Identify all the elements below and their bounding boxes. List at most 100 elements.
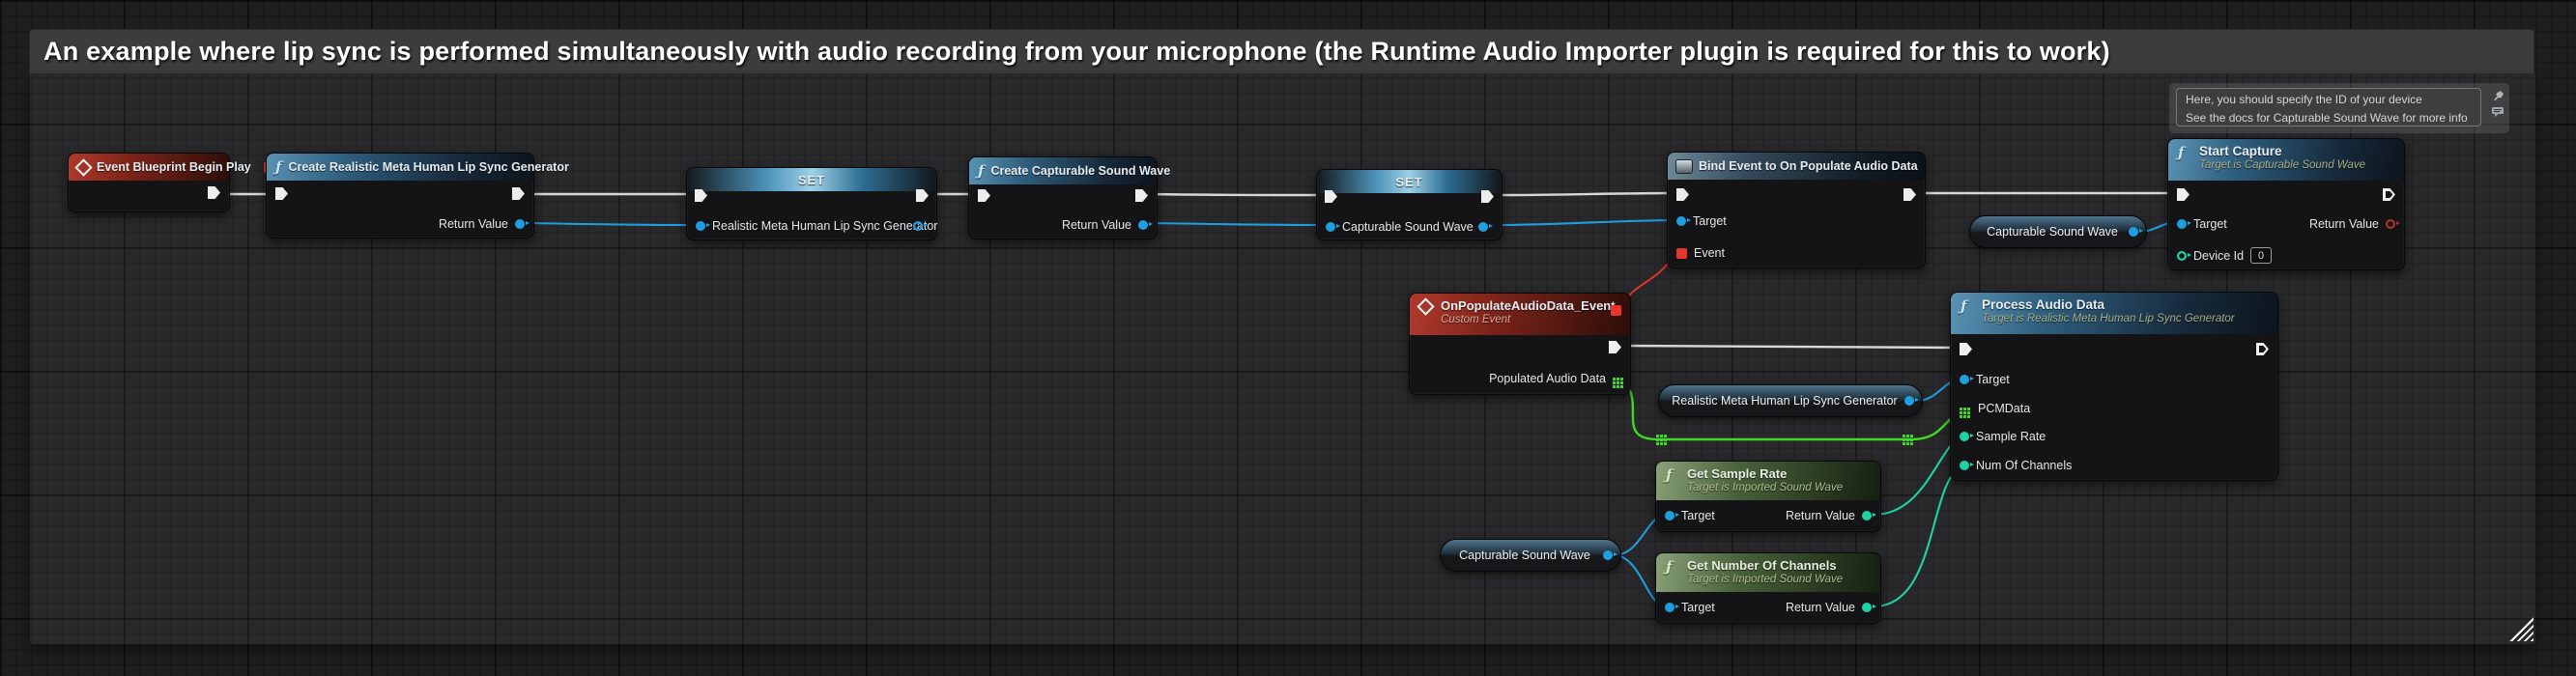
object-pin[interactable] — [515, 219, 525, 229]
pin-label: Target — [1681, 509, 1715, 522]
pin-label: Target — [1693, 214, 1727, 228]
target-pin-row[interactable]: Target — [1676, 214, 1727, 228]
pcm-data-pin-row[interactable]: PCMData — [1960, 402, 2030, 415]
pin-label: Return Value — [2309, 217, 2379, 231]
int-pin[interactable] — [1960, 432, 1969, 441]
exec-out-pin[interactable] — [512, 187, 525, 200]
device-id-pin-row[interactable]: Device Id 0 — [2177, 247, 2272, 264]
int-pin[interactable] — [2177, 251, 2187, 261]
object-pin[interactable] — [696, 221, 705, 231]
variable-pin-row[interactable]: Realistic Meta Human Lip Sync Generator — [696, 219, 937, 233]
bubble-text[interactable]: Here, you should specify the ID of your … — [2176, 88, 2481, 127]
pin-label: PCMData — [1978, 402, 2030, 415]
exec-in-pin[interactable] — [1325, 190, 1337, 203]
delegate-pin[interactable] — [1611, 305, 1621, 316]
node-title: Start Capture — [2199, 144, 2282, 158]
event-pin-row[interactable]: Event — [1676, 246, 1725, 260]
node-process-audio-data[interactable]: ƒ Process Audio Data Target is Realistic… — [1950, 292, 2278, 481]
exec-in-pin[interactable] — [695, 189, 707, 202]
target-pin-row[interactable]: Target — [1665, 601, 1715, 614]
exec-in-pin[interactable] — [1676, 188, 1689, 201]
exec-out-pin[interactable] — [208, 186, 220, 199]
return-value-pin-row[interactable]: Return Value — [2309, 217, 2395, 231]
num-channels-pin-row[interactable]: Num Of Channels — [1960, 459, 2072, 472]
object-pin[interactable] — [1326, 222, 1335, 232]
getter-rmh-lip-sync-generator[interactable]: Realistic Meta Human Lip Sync Generator — [1658, 384, 1923, 417]
function-icon: ƒ — [978, 164, 984, 179]
exec-in-pin[interactable] — [275, 187, 288, 200]
object-pin[interactable] — [1676, 216, 1686, 226]
comment-group-title[interactable]: An example where lip sync is performed s… — [29, 29, 2534, 74]
node-set-capturable-sound-wave[interactable]: SET Capturable Sound Wave — [1316, 169, 1503, 240]
return-value-pin-row[interactable]: Return Value — [1786, 509, 1872, 522]
object-pin[interactable] — [2177, 219, 2187, 229]
node-comment-bubble[interactable]: Here, you should specify the ID of your … — [2169, 83, 2509, 133]
return-value-pin-row[interactable]: Return Value — [1062, 218, 1148, 232]
speech-bubble-icon[interactable] — [2491, 106, 2504, 118]
return-value-pin-row[interactable]: Return Value — [1786, 601, 1872, 614]
exec-out-pin[interactable] — [1481, 190, 1494, 203]
node-title: OnPopulateAudioData_Event — [1441, 298, 1616, 313]
int-pin[interactable] — [1862, 511, 1872, 521]
return-value-pin-row[interactable]: Return Value — [439, 217, 525, 231]
sample-rate-pin-row[interactable]: Sample Rate — [1960, 430, 2046, 443]
node-header: ƒ Get Sample Rate Target is Imported Sou… — [1656, 462, 1880, 500]
exec-out-pin[interactable] — [1135, 189, 1148, 202]
node-get-sample-rate[interactable]: ƒ Get Sample Rate Target is Imported Sou… — [1655, 461, 1881, 532]
int-pin[interactable] — [1862, 603, 1872, 612]
object-pin[interactable] — [1665, 603, 1674, 612]
int-pin[interactable] — [1960, 461, 1969, 470]
populated-audio-data-pin-row[interactable]: Populated Audio Data — [1489, 372, 1624, 385]
exec-out-pin[interactable] — [1903, 188, 1916, 201]
bubble-line-1: Here, you should specify the ID of your … — [2186, 93, 2422, 106]
exec-in-pin[interactable] — [978, 189, 990, 202]
array-reroute-node[interactable] — [1903, 435, 1905, 437]
target-pin-row[interactable]: Target — [1665, 509, 1715, 522]
node-start-capture[interactable]: ƒ Start Capture Target is Capturable Sou… — [2167, 138, 2405, 270]
variable-pin-row[interactable]: Capturable Sound Wave — [1326, 220, 1474, 234]
object-pin[interactable] — [1603, 550, 1613, 560]
exec-out-pin[interactable] — [1609, 341, 1621, 353]
object-pin[interactable] — [2129, 227, 2138, 237]
blueprint-graph-canvas[interactable]: An example where lip sync is performed s… — [0, 0, 2576, 676]
exec-in-pin[interactable] — [1960, 343, 1972, 355]
device-id-input[interactable]: 0 — [2250, 247, 2272, 264]
node-create-rmh-lip-sync-generator[interactable]: ƒ Create Realistic Meta Human Lip Sync G… — [266, 153, 534, 239]
output-object-pin[interactable] — [913, 221, 923, 231]
node-title: Get Number Of Channels — [1687, 558, 1837, 573]
node-bind-event-on-populate-audio-data[interactable]: Bind Event to On Populate Audio Data Tar… — [1667, 152, 1926, 268]
bool-pin[interactable] — [2386, 219, 2395, 229]
array-pin[interactable] — [1613, 378, 1616, 380]
node-header: Bind Event to On Populate Audio Data — [1668, 153, 1925, 180]
getter-capturable-sound-wave-bottom[interactable]: Capturable Sound Wave — [1440, 539, 1621, 572]
node-on-populate-audio-data-event[interactable]: OnPopulateAudioData_Event Custom Event P… — [1409, 293, 1631, 395]
node-get-number-of-channels[interactable]: ƒ Get Number Of Channels Target is Impor… — [1655, 552, 1881, 624]
node-header: ƒ Process Audio Data Target is Realistic… — [1951, 293, 2277, 334]
node-subtitle: Custom Event — [1441, 314, 1621, 325]
array-reroute-node[interactable] — [1656, 435, 1659, 437]
getter-capturable-sound-wave-top[interactable]: Capturable Sound Wave — [1969, 215, 2147, 248]
target-pin-row[interactable]: Target — [1960, 373, 2010, 386]
object-pin[interactable] — [1138, 220, 1148, 230]
exec-out-pin[interactable] — [2256, 343, 2269, 355]
object-pin[interactable] — [1904, 396, 1914, 406]
node-header: OnPopulateAudioData_Event Custom Event — [1410, 294, 1630, 335]
target-pin-row[interactable]: Target — [2177, 217, 2227, 231]
object-pin[interactable] — [1665, 511, 1674, 521]
node-event-begin-play[interactable]: Event Blueprint Begin Play — [68, 153, 230, 212]
array-pin[interactable] — [1960, 408, 1962, 410]
node-create-capturable-sound-wave[interactable]: ƒ Create Capturable Sound Wave Return Va… — [968, 156, 1158, 239]
object-pin[interactable] — [1960, 375, 1969, 384]
pin-icon[interactable] — [2492, 90, 2504, 102]
pin-label: Populated Audio Data — [1489, 372, 1606, 385]
output-object-pin[interactable] — [1478, 222, 1488, 232]
node-set-rmh-lip-sync-generator[interactable]: SET Realistic Meta Human Lip Sync Genera… — [686, 167, 937, 240]
pin-label: Device Id — [2193, 249, 2244, 263]
exec-out-pin[interactable] — [916, 189, 929, 202]
delegate-pin[interactable] — [1676, 248, 1687, 259]
event-icon — [1417, 297, 1434, 315]
exec-out-pin[interactable] — [2383, 188, 2395, 201]
pin-label: Event — [1694, 246, 1725, 260]
function-icon: ƒ — [1961, 299, 1966, 314]
exec-in-pin[interactable] — [2177, 188, 2190, 201]
